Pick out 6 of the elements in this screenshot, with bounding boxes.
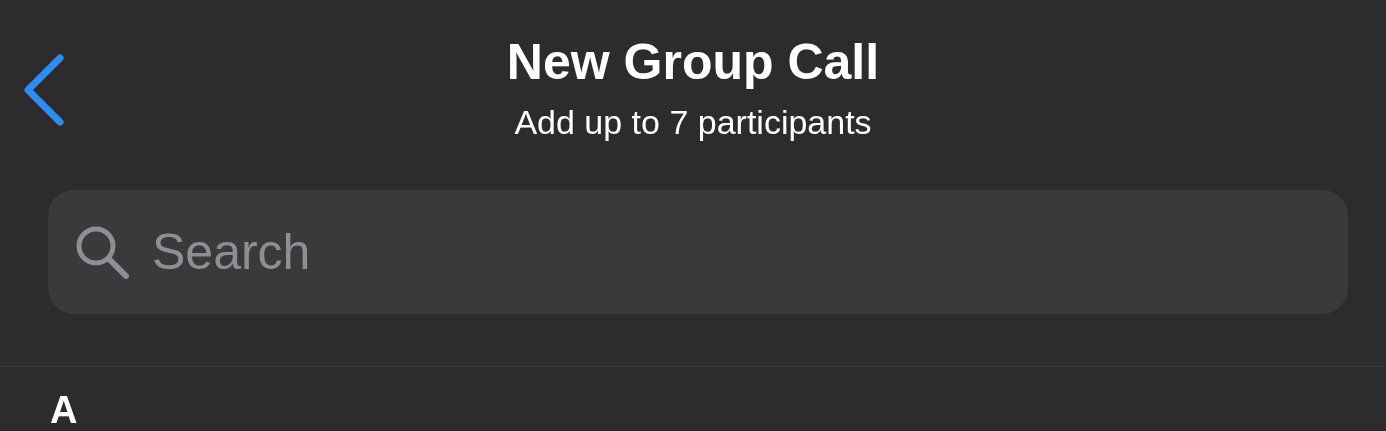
screen-title: New Group Call xyxy=(506,33,880,92)
search-icon xyxy=(74,224,130,280)
section-header: A xyxy=(50,388,79,431)
screen-subtitle: Add up to 7 participants xyxy=(514,102,872,143)
search-field[interactable]: Search xyxy=(48,190,1348,314)
back-chevron-icon xyxy=(22,54,66,126)
